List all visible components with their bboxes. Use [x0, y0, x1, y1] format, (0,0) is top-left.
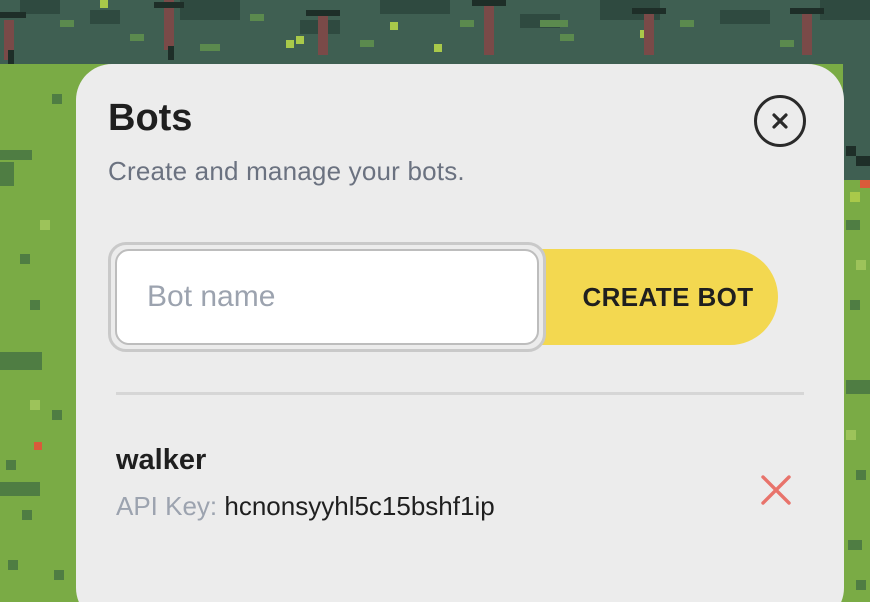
- create-bot-form: CREATE BOT: [108, 242, 778, 352]
- bots-modal: Bots Create and manage your bots. CREATE…: [76, 64, 844, 602]
- bot-list-item: walker API Key: hcnonsyyhl5c15bshf1ip: [116, 444, 796, 544]
- api-key-value: hcnonsyyhl5c15bshf1ip: [224, 491, 495, 521]
- divider: [116, 392, 804, 395]
- delete-x-icon: [760, 474, 792, 506]
- create-bot-button[interactable]: CREATE BOT: [538, 249, 778, 345]
- bot-name-input[interactable]: [115, 249, 539, 345]
- delete-bot-button[interactable]: [756, 470, 796, 510]
- modal-title: Bots: [108, 97, 193, 139]
- bot-name: walker: [116, 444, 207, 476]
- close-icon: [770, 111, 790, 131]
- bot-api-key: API Key: hcnonsyyhl5c15bshf1ip: [116, 491, 796, 522]
- bot-name-field-wrapper: [108, 242, 546, 352]
- api-key-label: API Key:: [116, 491, 218, 521]
- modal-subtitle: Create and manage your bots.: [108, 155, 465, 186]
- close-button[interactable]: [754, 95, 806, 147]
